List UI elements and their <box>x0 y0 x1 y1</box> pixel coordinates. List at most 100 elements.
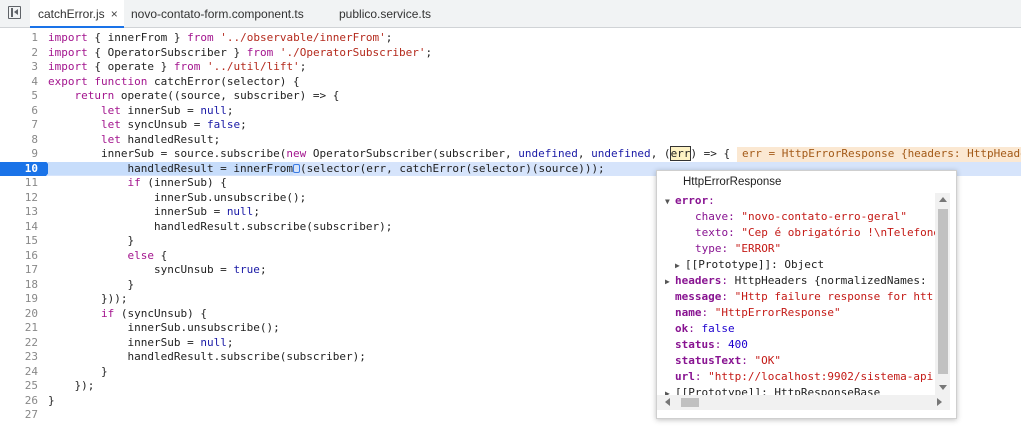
property-key: ok <box>675 322 689 335</box>
property-row: texto: "Cep é obrigatório !\nTelefone <box>657 225 935 241</box>
property-value: 400 <box>728 338 748 351</box>
property-row[interactable]: ▶ [[Prototype]]: Object <box>657 257 935 273</box>
code-text: let innerSub = null; <box>48 104 233 119</box>
code-token: ; <box>253 205 260 218</box>
code-token: false <box>206 118 241 131</box>
code-line[interactable]: 3 import { operate } from '../util/lift'; <box>0 60 1021 75</box>
line-number[interactable]: 12 <box>0 191 38 206</box>
popover-vertical-scrollbar[interactable] <box>935 193 950 395</box>
property-value: "http://localhost:9902/sistema-api <box>708 370 934 383</box>
line-number[interactable]: 7 <box>0 118 38 133</box>
line-number[interactable]: 23 <box>0 350 38 365</box>
line-number[interactable]: 24 <box>0 365 38 380</box>
hovered-variable[interactable]: err <box>669 146 692 161</box>
line-number[interactable]: 16 <box>0 249 38 264</box>
property-value: "HttpErrorResponse" <box>714 306 841 319</box>
code-line[interactable]: 9 innerSub = source.subscribe(new Operat… <box>0 146 1021 162</box>
code-line[interactable]: 4 export function catchError(selector) { <box>0 75 1021 90</box>
code-token: })); <box>48 292 128 305</box>
code-text: import { OperatorSubscriber } from './Op… <box>48 46 432 61</box>
line-number[interactable]: 18 <box>0 278 38 293</box>
scroll-up-icon[interactable] <box>939 197 947 202</box>
line-number[interactable]: 21 <box>0 321 38 336</box>
code-text: let handledResult; <box>48 133 220 148</box>
property-value: "OK" <box>754 354 781 367</box>
property-separator: : <box>721 274 735 287</box>
scrollbar-thumb[interactable] <box>681 398 699 407</box>
code-line[interactable]: 5 return operate((source, subscriber) =>… <box>0 89 1021 104</box>
tab-novo-contato-form[interactable]: novo-contato-form.component.ts <box>131 0 304 28</box>
property-row[interactable]: ▶ headers: HttpHeaders {normalizedNames: <box>657 273 935 289</box>
property-row: chave: "novo-contato-erro-geral" <box>657 209 935 225</box>
code-text: handledResult.subscribe(subscriber); <box>48 220 392 235</box>
code-token: innerSub = <box>48 205 227 218</box>
property-key: error <box>675 194 709 207</box>
code-line[interactable]: 1 import { innerFrom } from '../observabl… <box>0 31 1021 46</box>
line-number[interactable]: 11 <box>0 176 38 191</box>
scroll-left-icon[interactable] <box>665 398 670 406</box>
code-token: ) => { <box>690 147 731 160</box>
expand-right-icon[interactable]: ▶ <box>665 274 675 289</box>
line-number[interactable]: 19 <box>0 292 38 307</box>
expand-right-icon[interactable]: ▶ <box>675 258 685 273</box>
line-number[interactable]: 9 <box>0 147 38 162</box>
code-token: ; <box>385 31 393 44</box>
line-number[interactable]: 17 <box>0 263 38 278</box>
scroll-down-icon[interactable] <box>939 385 947 390</box>
code-token: let <box>100 103 121 117</box>
line-number[interactable]: 25 <box>0 379 38 394</box>
code-line[interactable]: 8 let handledResult; <box>0 133 1021 148</box>
line-number[interactable]: 5 <box>0 89 38 104</box>
line-number[interactable]: 22 <box>0 336 38 351</box>
line-number[interactable]: 26 <box>0 394 38 409</box>
line-number[interactable]: 3 <box>0 60 38 75</box>
line-number[interactable]: 13 <box>0 205 38 220</box>
toggle-navigator-icon[interactable] <box>8 6 21 19</box>
close-tab-icon[interactable]: × <box>111 7 118 21</box>
expand-down-icon[interactable]: ▼ <box>665 194 675 209</box>
code-text: export function catchError(selector) { <box>48 75 300 90</box>
property-key: statusText <box>675 354 742 367</box>
scrollbar-thumb[interactable] <box>938 209 948 374</box>
code-token: handledResult = innerFrom <box>48 161 294 175</box>
line-number[interactable]: 27 <box>0 408 38 423</box>
property-row: message: "Http failure response for htt <box>657 289 935 305</box>
code-token: , ( <box>650 147 671 160</box>
line-number[interactable]: 14 <box>0 220 38 235</box>
property-row: url: "http://localhost:9902/sistema-api <box>657 369 935 385</box>
code-token: new <box>286 147 307 160</box>
property-key: texto <box>695 226 729 239</box>
property-row[interactable]: ▼ error: <box>657 193 935 209</box>
code-token: '../observable/innerFrom' <box>220 31 386 44</box>
line-number[interactable]: 15 <box>0 234 38 249</box>
tab-catcherror-js[interactable]: catchError.js × <box>30 0 124 28</box>
code-line[interactable]: 2 import { OperatorSubscriber } from './O… <box>0 46 1021 61</box>
scroll-right-icon[interactable] <box>937 398 942 406</box>
line-number[interactable]: 2 <box>0 46 38 61</box>
line-number[interactable]: 20 <box>0 307 38 322</box>
code-token: '../util/lift' <box>206 60 300 73</box>
code-token: handledResult; <box>120 132 221 146</box>
code-text: innerSub = null; <box>48 205 260 220</box>
property-key: message <box>675 290 722 303</box>
code-line[interactable]: 6 let innerSub = null; <box>0 104 1021 119</box>
code-token: if <box>100 306 115 320</box>
property-value: "Http failure response for htt <box>734 290 934 303</box>
code-token: import <box>48 60 88 73</box>
line-number[interactable]: 4 <box>0 75 38 90</box>
line-number[interactable]: 6 <box>0 104 38 119</box>
code-token: import <box>48 45 88 59</box>
property-separator: : <box>694 370 709 383</box>
tab-publico-service[interactable]: publico.service.ts <box>339 0 431 28</box>
line-number[interactable]: 10 <box>0 162 38 177</box>
code-token: { operate } <box>87 60 174 73</box>
property-key: headers <box>675 274 722 287</box>
popover-horizontal-scrollbar[interactable] <box>657 395 950 410</box>
tab-label: catchError.js <box>38 7 105 21</box>
code-line[interactable]: 7 let syncUnsub = false; <box>0 118 1021 133</box>
line-number[interactable]: 8 <box>0 133 38 148</box>
line-number[interactable]: 1 <box>0 31 38 46</box>
